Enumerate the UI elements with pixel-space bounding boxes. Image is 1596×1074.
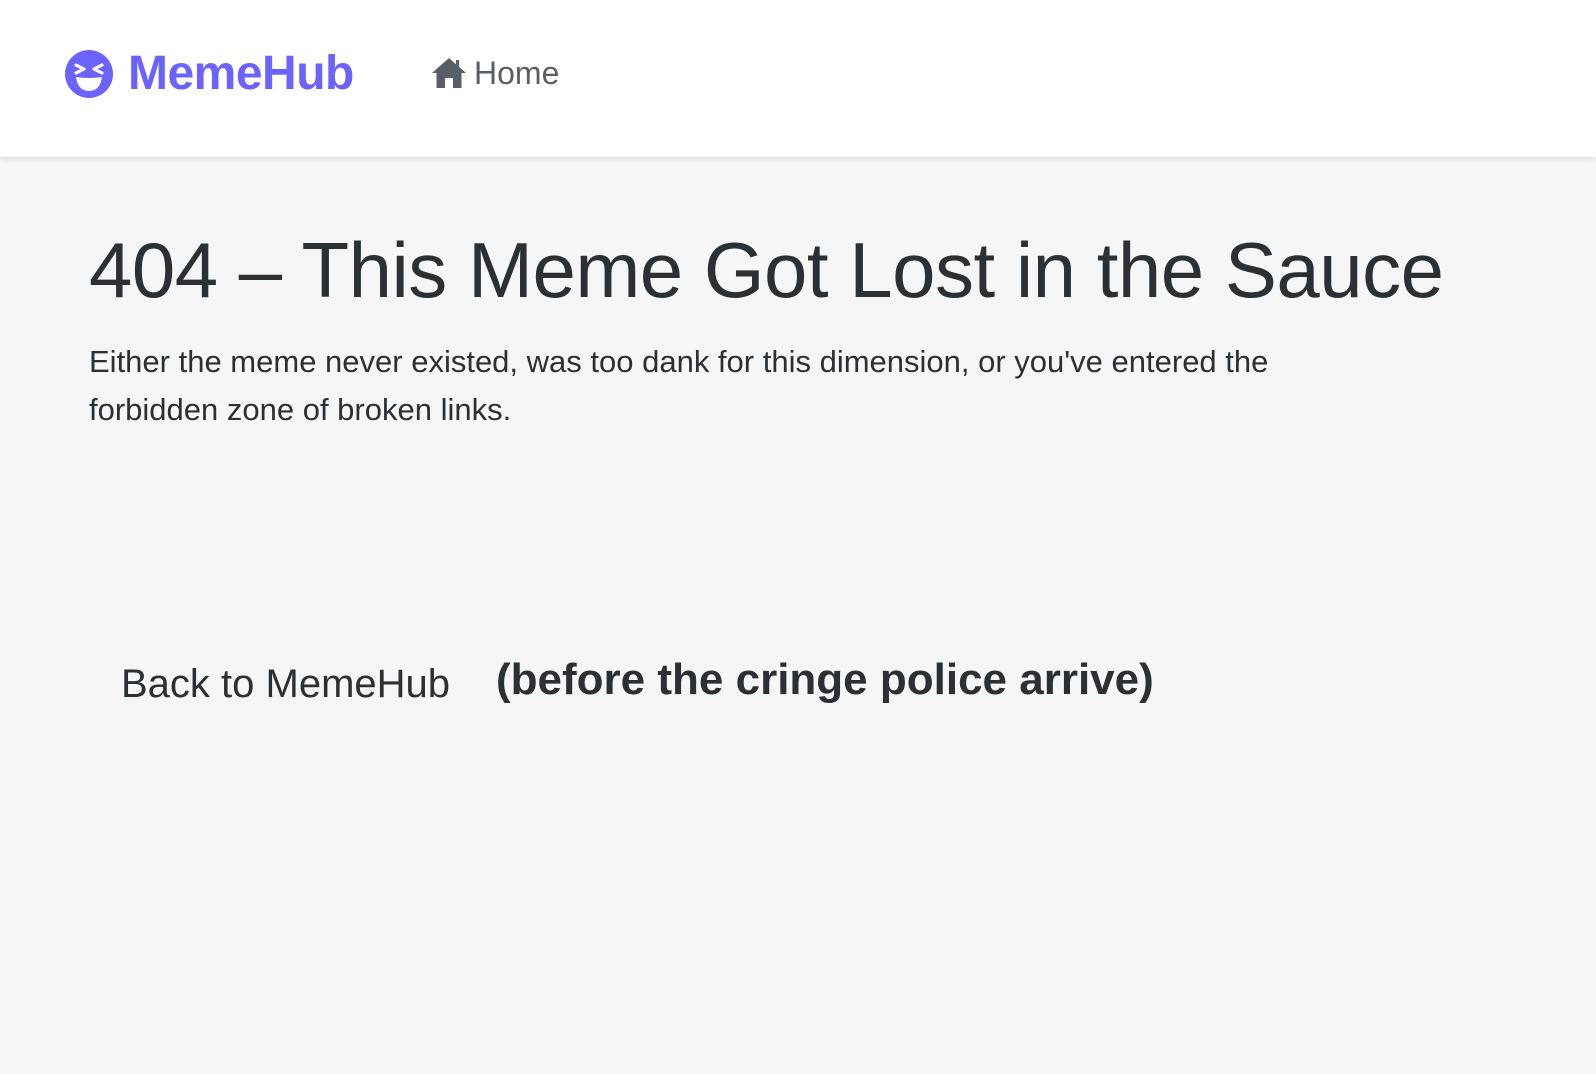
brand-name: MemeHub bbox=[128, 47, 354, 100]
home-icon bbox=[432, 58, 466, 88]
laughing-face-icon bbox=[65, 50, 113, 98]
back-to-memehub-button[interactable]: Back to MemeHub bbox=[89, 654, 462, 714]
cringe-note: (before the cringe police arrive) bbox=[496, 655, 1154, 704]
navbar: MemeHub Home bbox=[0, 0, 1596, 157]
nav-link-home[interactable]: Home bbox=[430, 56, 559, 90]
page-title: 404 – This Meme Got Lost in the Sauce bbox=[89, 226, 1444, 314]
nav-link-label: Home bbox=[474, 55, 560, 91]
brand-link[interactable]: MemeHub bbox=[64, 48, 354, 100]
page-description: Either the meme never existed, was too d… bbox=[89, 344, 1269, 427]
main-content: 404 – This Meme Got Lost in the Sauce Ei… bbox=[89, 222, 1449, 434]
error-actions: Back to MemeHub (before the cringe polic… bbox=[89, 646, 1154, 714]
